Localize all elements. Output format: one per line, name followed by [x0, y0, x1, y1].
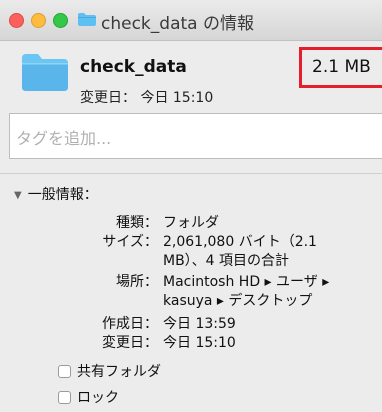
title-bar: check_data の情報	[0, 0, 382, 41]
modified-label: 変更日：	[102, 335, 158, 351]
zoom-button[interactable]	[53, 13, 68, 28]
size-row: サイズ： 2,061,080 バイト（2.1 MB）、4 項目の合計	[68, 233, 368, 271]
modified-row: 変更日： 今日 15:10	[68, 334, 368, 352]
modified-value: 今日 15:10	[140, 90, 214, 106]
minimize-button[interactable]	[31, 13, 46, 28]
folder-icon	[22, 54, 68, 91]
size-value-line1: 2,061,080 バイト（2.1	[163, 234, 317, 250]
size-label: サイズ：	[102, 234, 158, 250]
size-value-line2: MB）、4 項目の合計	[163, 253, 290, 269]
modified-label: 変更日：	[80, 90, 136, 106]
size-summary: 2.1 MB	[312, 57, 371, 77]
disclosure-triangle-icon[interactable]: ▼	[14, 190, 22, 201]
tag-field[interactable]	[9, 113, 382, 159]
shared-folder-checkbox[interactable]: 共有フォルダ	[58, 361, 161, 381]
window-title: check_data の情報	[101, 14, 254, 34]
shared-folder-label: 共有フォルダ	[77, 364, 161, 380]
close-button[interactable]	[9, 13, 24, 28]
created-row: 作成日： 今日 13:59	[68, 315, 368, 333]
kind-row: 種類： フォルダ	[68, 214, 368, 232]
locked-checkbox[interactable]: ロック	[58, 387, 119, 407]
file-name: check_data	[80, 57, 187, 77]
general-heading: 一般情報：	[27, 187, 98, 203]
tag-input[interactable]	[10, 114, 382, 158]
location-row: 場所： Macintosh HD ▸ ユーザ ▸ kasuya ▸ デスクトップ	[68, 273, 368, 311]
checkbox[interactable]	[58, 391, 71, 404]
divider	[0, 173, 382, 174]
location-value-line2: kasuya ▸ デスクトップ	[163, 293, 313, 309]
modified-value: 今日 15:10	[163, 335, 236, 351]
general-section-header[interactable]: ▼ 一般情報：	[14, 184, 98, 204]
location-value-line1: Macintosh HD ▸ ユーザ ▸	[163, 274, 330, 290]
location-label: 場所：	[116, 274, 158, 290]
locked-label: ロック	[77, 390, 119, 406]
checkbox[interactable]	[58, 365, 71, 378]
created-label: 作成日：	[102, 316, 158, 332]
info-header: check_data 変更日： 今日 15:10 2.1 MB	[0, 41, 382, 110]
kind-label: 種類：	[116, 215, 158, 231]
modified-summary: 変更日： 今日 15:10	[80, 87, 213, 107]
created-value: 今日 13:59	[163, 316, 236, 332]
kind-value: フォルダ	[163, 215, 219, 231]
folder-icon	[78, 13, 96, 26]
